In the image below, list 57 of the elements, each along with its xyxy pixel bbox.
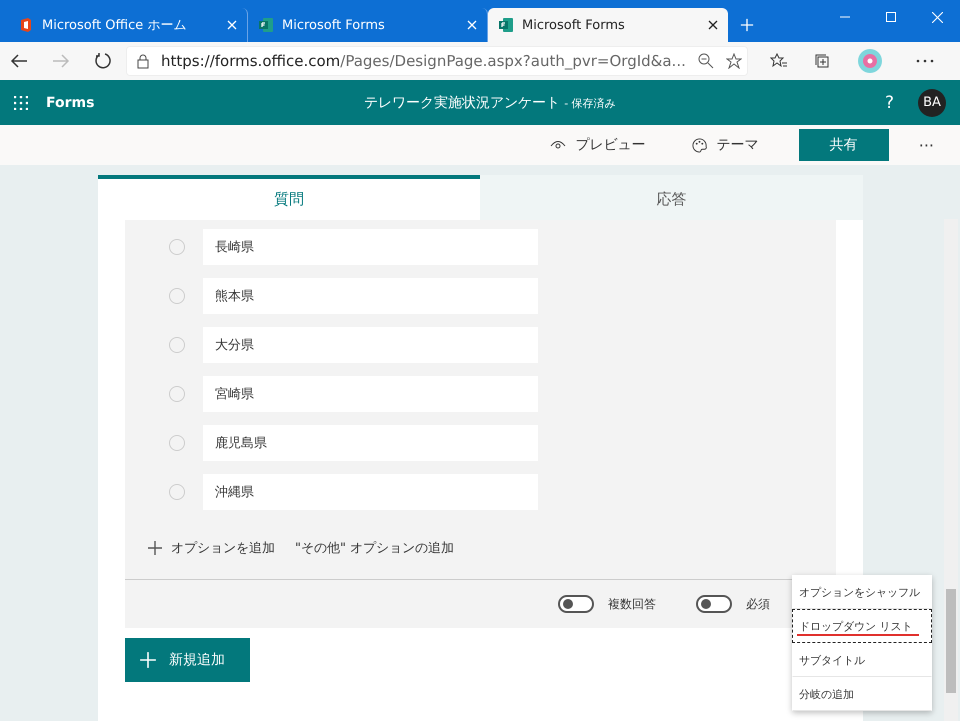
plus-icon <box>139 651 157 669</box>
plus-icon <box>147 540 163 556</box>
option-field[interactable]: 熊本県 <box>203 278 538 314</box>
toggle-label: 必須 <box>746 596 770 612</box>
close-icon[interactable] <box>708 20 718 30</box>
scrollbar[interactable] <box>944 219 958 721</box>
palette-icon <box>692 138 707 152</box>
option-field[interactable]: 大分県 <box>203 326 538 362</box>
toggle-switch[interactable] <box>558 595 594 613</box>
form-title: テレワーク実施状況アンケート - 保存済み <box>362 94 617 112</box>
new-tab-icon[interactable] <box>740 18 754 32</box>
option-field[interactable]: 長崎県 <box>203 228 538 264</box>
add-other-option-button[interactable]: "その他" オプションの追加 <box>295 538 454 556</box>
collections-icon[interactable] <box>814 53 830 69</box>
toggle-switch[interactable] <box>696 595 732 613</box>
option-field[interactable]: 宮崎県 <box>203 376 538 412</box>
user-avatar[interactable]: BA <box>918 88 946 116</box>
menu-item[interactable]: オプションをシャッフル <box>792 575 932 609</box>
radio-button[interactable] <box>169 484 185 500</box>
menu-item[interactable]: ドロップダウン リスト <box>792 609 932 643</box>
scrollbar-thumb[interactable] <box>946 589 956 693</box>
browser-tab[interactable]: Microsoft Forms <box>488 8 728 42</box>
address-bar[interactable]: https://forms.office.com/Pages/DesignPage.aspx?auth_pvr=OrgId&a... <box>126 46 748 76</box>
menu-item[interactable]: サブタイトル <box>792 643 932 677</box>
share-button[interactable]: 共有 <box>798 129 889 161</box>
forms-logo-icon <box>498 17 514 33</box>
app-name[interactable]: Forms <box>46 94 94 110</box>
toggle-label: 複数回答 <box>608 596 656 612</box>
add-option-button[interactable]: オプションを追加 <box>147 538 275 556</box>
app-launcher-icon[interactable] <box>14 96 28 110</box>
more-button[interactable]: ··· <box>912 134 940 156</box>
forms-logo-icon <box>258 17 274 33</box>
maximize-icon[interactable] <box>886 12 896 22</box>
more-icon[interactable] <box>916 59 934 63</box>
profile-avatar-icon[interactable] <box>858 49 882 73</box>
radio-button[interactable] <box>169 386 185 402</box>
refresh-icon[interactable] <box>94 52 112 70</box>
office-logo-icon <box>18 17 34 33</box>
help-button[interactable]: ? <box>884 92 894 112</box>
radio-button[interactable] <box>169 238 185 254</box>
add-new-button[interactable]: 新規追加 <box>125 638 250 682</box>
option-field[interactable]: 沖縄県 <box>203 474 538 510</box>
radio-button[interactable] <box>169 336 185 352</box>
eye-icon <box>550 140 566 150</box>
radio-button[interactable] <box>169 288 185 304</box>
star-icon[interactable] <box>726 53 742 69</box>
theme-button[interactable]: テーマ <box>686 135 765 155</box>
radio-button[interactable] <box>169 434 185 450</box>
menu-item[interactable]: 分岐の追加 <box>792 677 932 711</box>
zoom-out-icon[interactable] <box>698 53 714 69</box>
preview-button[interactable]: プレビュー <box>544 135 652 155</box>
tab[interactable]: 応答 <box>480 175 863 220</box>
option-field[interactable]: 鹿児島県 <box>203 424 538 460</box>
back-icon[interactable] <box>10 53 28 69</box>
lock-icon <box>137 54 149 68</box>
minimize-icon[interactable] <box>840 16 850 18</box>
favorites-icon[interactable] <box>770 53 788 69</box>
